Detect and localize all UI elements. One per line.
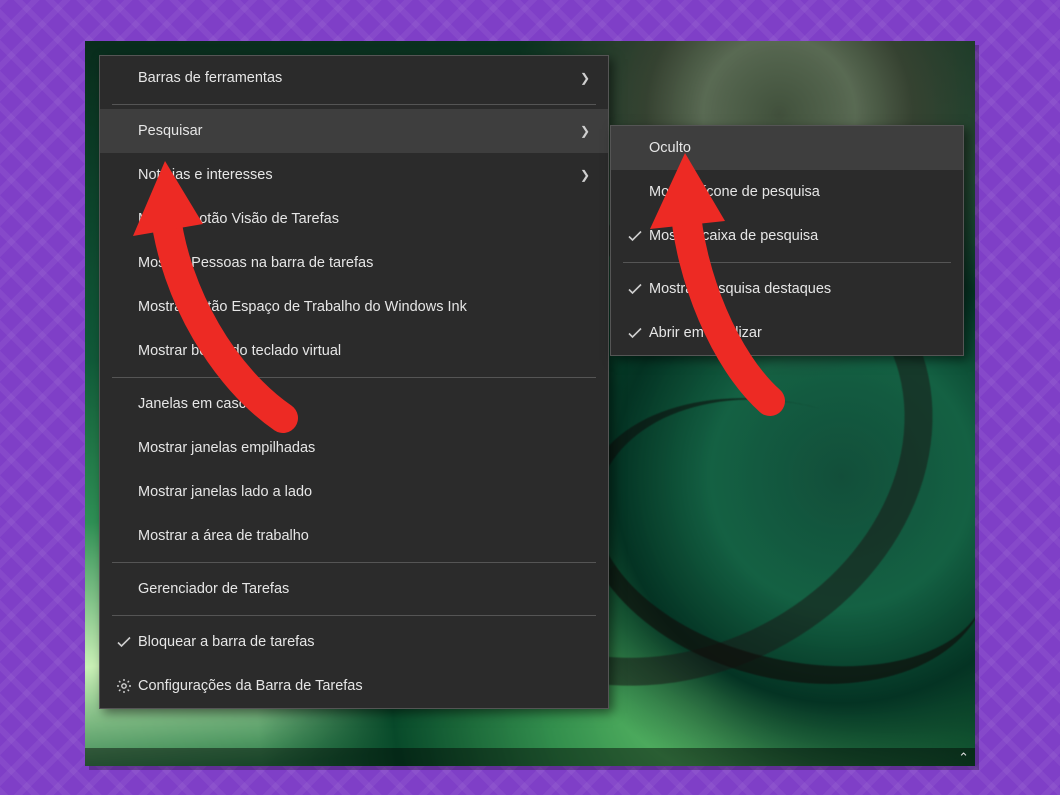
submenu-item-hidden[interactable]: Oculto (611, 126, 963, 170)
menu-separator (623, 262, 951, 263)
submenu-item-show-search-icon[interactable]: Mostrar ícone de pesquisa (611, 170, 963, 214)
menu-item-label: Pesquisar (138, 123, 576, 139)
menu-item-label: Mostrar pesquisa destaques (649, 281, 945, 297)
menu-item-news-interests[interactable]: Notícias e interesses ❯ (100, 153, 608, 197)
desktop-screenshot: Barras de ferramentas ❯ Pesquisar ❯ Notí… (85, 41, 975, 766)
menu-item-toolbars[interactable]: Barras de ferramentas ❯ (100, 56, 608, 100)
menu-item-lock-taskbar[interactable]: Bloquear a barra de tarefas (100, 620, 608, 664)
menu-item-label: Mostrar Pessoas na barra de tarefas (138, 255, 590, 271)
menu-item-show-touch-keyboard[interactable]: Mostrar botão do teclado virtual (100, 329, 608, 373)
menu-item-show-ink-workspace[interactable]: Mostrar botão Espaço de Trabalho do Wind… (100, 285, 608, 329)
menu-item-show-desktop[interactable]: Mostrar a área de trabalho (100, 514, 608, 558)
gear-icon (110, 678, 138, 694)
submenu-item-show-search-box[interactable]: Mostrar caixa de pesquisa (611, 214, 963, 258)
menu-item-show-people[interactable]: Mostrar Pessoas na barra de tarefas (100, 241, 608, 285)
chevron-right-icon: ❯ (576, 168, 590, 182)
menu-item-search[interactable]: Pesquisar ❯ (100, 109, 608, 153)
submenu-item-show-search-highlights[interactable]: Mostrar pesquisa destaques (611, 267, 963, 311)
menu-item-taskbar-settings[interactable]: Configurações da Barra de Tarefas (100, 664, 608, 708)
menu-item-cascade-windows[interactable]: Janelas em cascata (100, 382, 608, 426)
menu-item-stacked-windows[interactable]: Mostrar janelas empilhadas (100, 426, 608, 470)
menu-item-label: Oculto (649, 140, 945, 156)
menu-item-label: Mostrar ícone de pesquisa (649, 184, 945, 200)
menu-item-label: Configurações da Barra de Tarefas (138, 678, 590, 694)
chevron-right-icon: ❯ (576, 71, 590, 85)
menu-item-label: Mostrar janelas empilhadas (138, 440, 590, 456)
menu-item-label: Mostrar a área de trabalho (138, 528, 590, 544)
menu-item-label: Abrir em focalizar (649, 325, 945, 341)
menu-separator (112, 104, 596, 105)
menu-item-label: Mostrar caixa de pesquisa (649, 228, 945, 244)
menu-item-label: Janelas em cascata (138, 396, 590, 412)
tutorial-frame: Barras de ferramentas ❯ Pesquisar ❯ Notí… (0, 0, 1060, 795)
chevron-up-icon[interactable]: ⌃ (958, 751, 969, 764)
menu-item-label: Barras de ferramentas (138, 70, 576, 86)
menu-item-side-by-side-windows[interactable]: Mostrar janelas lado a lado (100, 470, 608, 514)
menu-item-task-manager[interactable]: Gerenciador de Tarefas (100, 567, 608, 611)
checkmark-icon (621, 228, 649, 244)
search-submenu: Oculto Mostrar ícone de pesquisa Mostrar… (610, 125, 964, 356)
menu-item-label: Mostrar botão Visão de Tarefas (138, 211, 590, 227)
submenu-item-open-on-hover[interactable]: Abrir em focalizar (611, 311, 963, 355)
checkmark-icon (110, 634, 138, 650)
menu-item-label: Mostrar janelas lado a lado (138, 484, 590, 500)
menu-item-show-taskview[interactable]: Mostrar botão Visão de Tarefas (100, 197, 608, 241)
checkmark-icon (621, 281, 649, 297)
menu-item-label: Gerenciador de Tarefas (138, 581, 590, 597)
menu-separator (112, 615, 596, 616)
menu-item-label: Bloquear a barra de tarefas (138, 634, 590, 650)
chevron-right-icon: ❯ (576, 124, 590, 138)
menu-item-label: Notícias e interesses (138, 167, 576, 183)
checkmark-icon (621, 325, 649, 341)
taskbar[interactable]: ⌃ (85, 748, 975, 766)
menu-separator (112, 377, 596, 378)
menu-item-label: Mostrar botão do teclado virtual (138, 343, 590, 359)
menu-item-label: Mostrar botão Espaço de Trabalho do Wind… (138, 299, 590, 315)
taskbar-context-menu: Barras de ferramentas ❯ Pesquisar ❯ Notí… (99, 55, 609, 709)
menu-separator (112, 562, 596, 563)
